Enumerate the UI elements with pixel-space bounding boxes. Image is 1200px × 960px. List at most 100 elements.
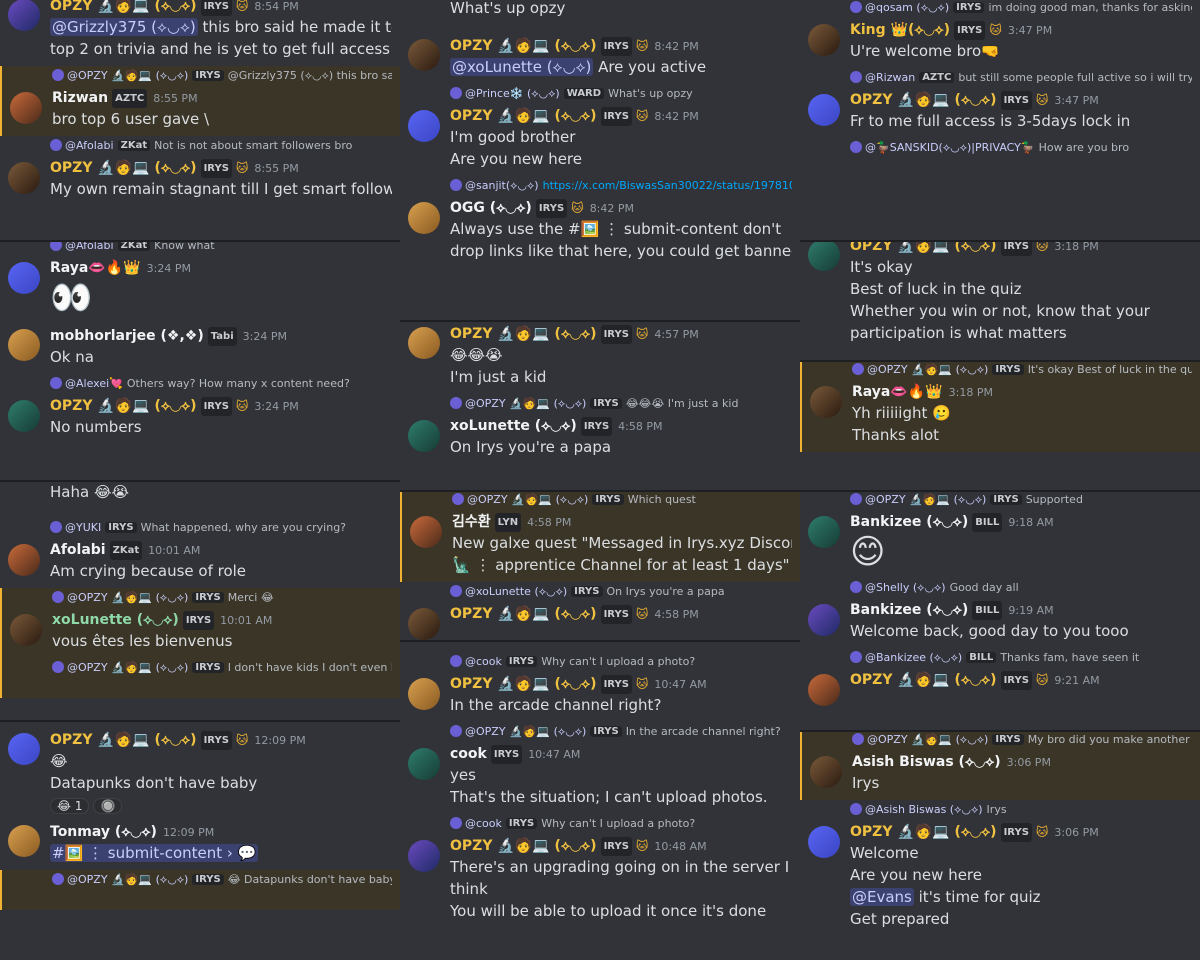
username[interactable]: Bankizee (⟡◡⟡) xyxy=(850,602,968,618)
message[interactable]: OPZY 🔬🧑💻 (⟡◡⟡) IRYS 🐱 12:09 PM 😂 Datapunks do… xyxy=(0,728,400,820)
user-avatar[interactable] xyxy=(408,840,440,872)
username[interactable]: Tonmay (⟡◡⟡) xyxy=(50,824,157,840)
user-avatar[interactable] xyxy=(808,826,840,858)
reaction-button[interactable]: 😂 1 xyxy=(50,798,90,814)
user-avatar[interactable] xyxy=(10,614,42,646)
user-avatar[interactable] xyxy=(808,94,840,126)
username[interactable]: cook xyxy=(450,746,487,762)
user-mention[interactable]: @Grizzly375 (⟡◡⟡) xyxy=(50,18,198,36)
username[interactable]: OPZY 🔬🧑💻 (⟡◡⟡) xyxy=(850,92,997,108)
reply-preview[interactable]: @Afolabi ZKat Not is not about smart follo… xyxy=(50,139,392,158)
message[interactable]: @cook IRYS Why can't I upload a photo? OPZY… xyxy=(400,652,800,722)
reply-author[interactable]: @OPZY 🔬🧑💻 (⟡◡⟡) xyxy=(67,661,188,674)
reply-author[interactable]: @🦆SANSKID(⟡◡⟡)|PRIVACY🦆 xyxy=(865,141,1035,154)
message[interactable]: OPZY 🔬🧑💻 (⟡◡⟡) IRYS 🐱 8:42 PM @xoLunette (⟡◡… xyxy=(400,34,800,84)
user-avatar[interactable] xyxy=(408,420,440,452)
reply-preview[interactable]: @OPZY 🔬🧑💻 (⟡◡⟡) IRYS 😂 Datapunks don't hav… xyxy=(52,873,392,892)
reply-preview[interactable]: @OPZY 🔬🧑💻 (⟡◡⟡) IRYS 😂😂😭 I'm just a kid xyxy=(450,397,792,416)
user-avatar[interactable] xyxy=(808,674,840,706)
reply-preview[interactable]: @xoLunette (⟡◡⟡) IRYS On Irys you're a pap… xyxy=(450,585,792,604)
username[interactable]: OPZY 🔬🧑💻 (⟡◡⟡) xyxy=(50,732,197,748)
message[interactable]: @OPZY 🔬🧑💻 (⟡◡⟡) IRYS It's okay Best of luc… xyxy=(800,360,1200,452)
user-avatar[interactable] xyxy=(8,162,40,194)
message[interactable]: @OPZY 🔬🧑💻 (⟡◡⟡) IRYS @Grizzly375 (⟡◡⟡) thi… xyxy=(0,66,400,136)
message[interactable]: @Shelly (⟡◡⟡) Good day all Bankizee (⟡◡⟡) B… xyxy=(800,578,1200,648)
reply-author[interactable]: @cook xyxy=(465,817,502,830)
user-avatar[interactable] xyxy=(408,202,440,234)
message[interactable]: @qosam (⟡◡⟡) IRYS im doing good man, thank… xyxy=(800,0,1200,68)
username[interactable]: OPZY 🔬🧑💻 (⟡◡⟡) xyxy=(450,108,597,124)
message[interactable]: OPZY 🔬🧑💻 (⟡◡⟡) IRYS 🐱 8:54 PM @Grizzly375 (⟡… xyxy=(0,0,400,66)
reply-author[interactable]: @cook xyxy=(465,655,502,668)
reply-preview[interactable]: @Alexei💘 Others way? How many x content n… xyxy=(50,377,392,396)
reply-preview[interactable]: @Asish Biswas (⟡◡⟡) Irys xyxy=(850,803,1192,822)
reply-author[interactable]: @Bankizee (⟡◡⟡) xyxy=(865,651,962,664)
username[interactable]: Rizwan xyxy=(52,90,108,106)
user-avatar[interactable] xyxy=(808,24,840,56)
user-avatar[interactable] xyxy=(810,756,842,788)
reply-preview[interactable]: @OPZY 🔬🧑💻 (⟡◡⟡) IRYS Merci 😂 xyxy=(52,591,392,610)
user-avatar[interactable] xyxy=(8,544,40,576)
message[interactable]: @Afolabi ZKat Not is not about smart follo… xyxy=(0,136,400,206)
user-avatar[interactable] xyxy=(8,400,40,432)
user-mention[interactable]: @Evans xyxy=(850,888,914,906)
reply-preview[interactable]: @OPZY 🔬🧑💻 (⟡◡⟡) IRYS Which quest xyxy=(452,493,792,512)
reply-preview[interactable]: @cook IRYS Why can't I upload a photo? xyxy=(450,817,792,836)
reply-preview[interactable]: @Shelly (⟡◡⟡) Good day all xyxy=(850,581,1192,600)
message[interactable]: OPZY 🔬🧑💻 (⟡◡⟡) IRYS 🐱 4:57 PM 😂😂😭 I'm just a … xyxy=(400,322,800,394)
username[interactable]: Afolabi xyxy=(50,542,106,558)
user-mention[interactable]: @xoLunette (⟡◡⟡) xyxy=(450,58,594,76)
reply-author[interactable]: @xoLunette (⟡◡⟡) xyxy=(465,585,567,598)
user-avatar[interactable] xyxy=(408,748,440,780)
message[interactable]: @🦆SANSKID(⟡◡⟡)|PRIVACY🦆 How are you bro xyxy=(800,138,1200,178)
reply-author[interactable]: @OPZY 🔬🧑💻 (⟡◡⟡) xyxy=(467,493,588,506)
message[interactable]: mobhorlarjee (❖,❖) Tabi 3:24 PM Ok na xyxy=(0,324,400,374)
message[interactable]: @Rizwan AZTC but still some people full ac… xyxy=(800,68,1200,138)
reply-author[interactable]: @Asish Biswas (⟡◡⟡) xyxy=(865,803,983,816)
user-avatar[interactable] xyxy=(8,733,40,765)
username[interactable]: OPZY 🔬🧑💻 (⟡◡⟡) xyxy=(50,0,197,14)
username[interactable]: OPZY 🔬🧑💻 (⟡◡⟡) xyxy=(450,606,597,622)
reply-preview[interactable]: @cook IRYS Why can't I upload a photo? xyxy=(450,655,792,674)
username[interactable]: Asish Biswas (⟡◡⟡) xyxy=(852,754,1001,770)
user-avatar[interactable] xyxy=(8,0,40,31)
reply-author[interactable]: @OPZY 🔬🧑💻 (⟡◡⟡) xyxy=(865,493,986,506)
reply-author[interactable]: @Prince❄️ (⟡◡⟡) xyxy=(465,87,560,100)
message[interactable]: @Prince❄️ (⟡◡⟡) WARD What's up opzy OPZY 🔬🧑… xyxy=(400,84,800,176)
username[interactable]: OPZY 🔬🧑💻 (⟡◡⟡) xyxy=(850,240,997,254)
user-avatar[interactable] xyxy=(8,262,40,294)
reply-author[interactable]: @qosam (⟡◡⟡) xyxy=(865,1,949,14)
user-avatar[interactable] xyxy=(408,39,440,71)
username[interactable]: mobhorlarjee (❖,❖) xyxy=(50,328,204,344)
username[interactable]: King 👑(⟡◡⟡) xyxy=(850,22,950,38)
username[interactable]: OPZY 🔬🧑💻 (⟡◡⟡) xyxy=(450,326,597,342)
message[interactable]: @OPZY 🔬🧑💻 (⟡◡⟡) IRYS My bro did you make a… xyxy=(800,730,1200,800)
user-avatar[interactable] xyxy=(808,240,840,271)
reply-author[interactable]: @Shelly (⟡◡⟡) xyxy=(865,581,946,594)
username[interactable]: xoLunette (⟡◡⟡) xyxy=(52,612,179,628)
reply-author[interactable]: @YUKI xyxy=(65,521,101,534)
message[interactable]: What's up opzy xyxy=(400,0,800,34)
user-avatar[interactable] xyxy=(8,329,40,361)
user-avatar[interactable] xyxy=(408,327,440,359)
user-avatar[interactable] xyxy=(10,92,42,124)
message[interactable]: @OPZY 🔬🧑💻 (⟡◡⟡) IRYS Merci 😂 xoLunette (⟡◡⟡… xyxy=(0,588,400,658)
reply-preview[interactable]: @OPZY 🔬🧑💻 (⟡◡⟡) IRYS It's okay Best of luc… xyxy=(852,363,1192,382)
username[interactable]: Bankizee (⟡◡⟡) xyxy=(850,514,968,530)
user-avatar[interactable] xyxy=(808,604,840,636)
reply-preview[interactable]: @OPZY 🔬🧑💻 (⟡◡⟡) IRYS Supported xyxy=(850,493,1192,512)
reply-preview[interactable]: @Prince❄️ (⟡◡⟡) WARD What's up opzy xyxy=(450,87,792,106)
reply-preview[interactable]: @OPZY 🔬🧑💻 (⟡◡⟡) IRYS My bro did you make a… xyxy=(852,733,1192,752)
message[interactable]: OPZY 🔬🧑💻 (⟡◡⟡) IRYS 🐱 3:18 PM It's okay Best … xyxy=(800,240,1200,350)
user-avatar[interactable] xyxy=(408,678,440,710)
message[interactable]: @YUKI IRYS What happened, why are you cryi… xyxy=(0,518,400,588)
message[interactable]: @Asish Biswas (⟡◡⟡) Irys OPZY 🔬🧑💻 (⟡◡⟡) IRY… xyxy=(800,800,1200,936)
message[interactable]: @OPZY 🔬🧑💻 (⟡◡⟡) IRYS 😂😂😭 I'm just a kid xoL… xyxy=(400,394,800,464)
reply-preview[interactable]: @OPZY 🔬🧑💻 (⟡◡⟡) IRYS I don't have kids I d… xyxy=(52,661,392,680)
user-avatar[interactable] xyxy=(810,386,842,418)
reply-preview[interactable]: @🦆SANSKID(⟡◡⟡)|PRIVACY🦆 How are you bro xyxy=(850,141,1192,160)
username[interactable]: OPZY 🔬🧑💻 (⟡◡⟡) xyxy=(50,398,197,414)
user-avatar[interactable] xyxy=(410,516,442,548)
username[interactable]: OPZY 🔬🧑💻 (⟡◡⟡) xyxy=(850,824,997,840)
user-avatar[interactable] xyxy=(408,608,440,640)
